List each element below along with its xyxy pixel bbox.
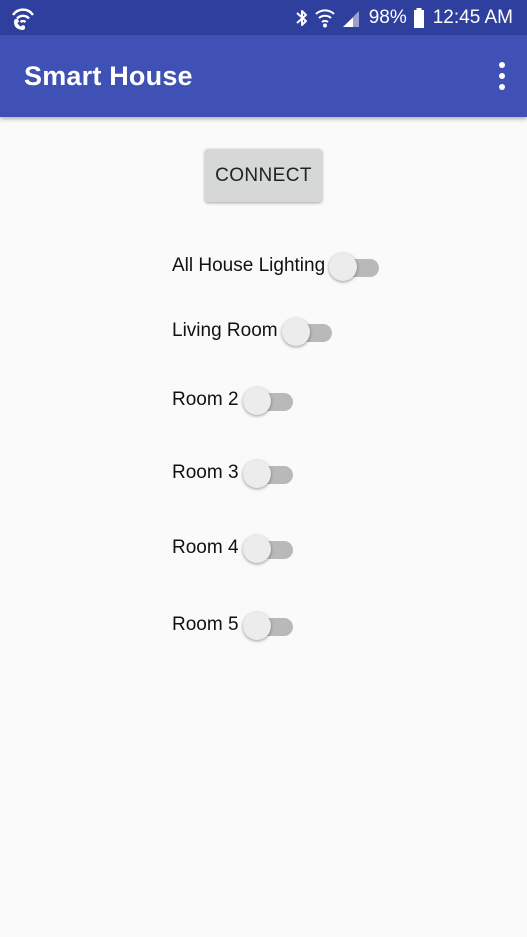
connect-button[interactable]: CONNECT xyxy=(205,149,322,202)
switch-thumb xyxy=(242,612,271,640)
bluetooth-icon xyxy=(296,9,307,26)
wifi-calling-icon xyxy=(12,8,34,30)
all-house-lighting-switch[interactable] xyxy=(329,249,380,283)
switch-thumb xyxy=(242,460,271,488)
cellular-signal-icon xyxy=(342,10,359,27)
switch-row-all-house-lighting: All House Lighting xyxy=(172,249,380,283)
switch-thumb xyxy=(281,318,310,346)
switch-thumb xyxy=(329,253,358,281)
living-room-switch[interactable] xyxy=(281,314,332,348)
room-5-switch[interactable] xyxy=(242,608,293,642)
overflow-menu-icon[interactable] xyxy=(497,61,507,91)
wifi-icon xyxy=(314,8,335,27)
switch-thumb xyxy=(242,387,271,415)
room-4-switch[interactable] xyxy=(242,531,293,565)
switch-label: All House Lighting xyxy=(172,255,326,276)
switch-row-room-2: Room 2 xyxy=(172,383,293,417)
switch-label: Room 5 xyxy=(172,614,239,635)
switch-label: Room 2 xyxy=(172,389,239,410)
app-title: Smart House xyxy=(24,61,193,91)
battery-percent: 98% xyxy=(368,6,407,28)
switch-row-room-3: Room 3 xyxy=(172,456,293,490)
app-bar: Smart House xyxy=(0,35,527,117)
switch-label: Room 4 xyxy=(172,537,239,558)
room-2-switch[interactable] xyxy=(242,383,293,417)
switch-label: Room 3 xyxy=(172,462,239,483)
switch-row-living-room: Living Room xyxy=(172,314,332,348)
clock: 12:45 AM xyxy=(432,6,513,28)
switch-thumb xyxy=(242,535,271,563)
switch-row-room-4: Room 4 xyxy=(172,531,293,565)
room-3-switch[interactable] xyxy=(242,456,293,490)
status-icons: 98% 12:45 AM xyxy=(295,0,513,35)
switch-row-room-5: Room 5 xyxy=(172,608,293,642)
battery-icon xyxy=(413,7,424,28)
switch-label: Living Room xyxy=(172,320,278,341)
status-bar: 98% 12:45 AM xyxy=(0,0,527,35)
